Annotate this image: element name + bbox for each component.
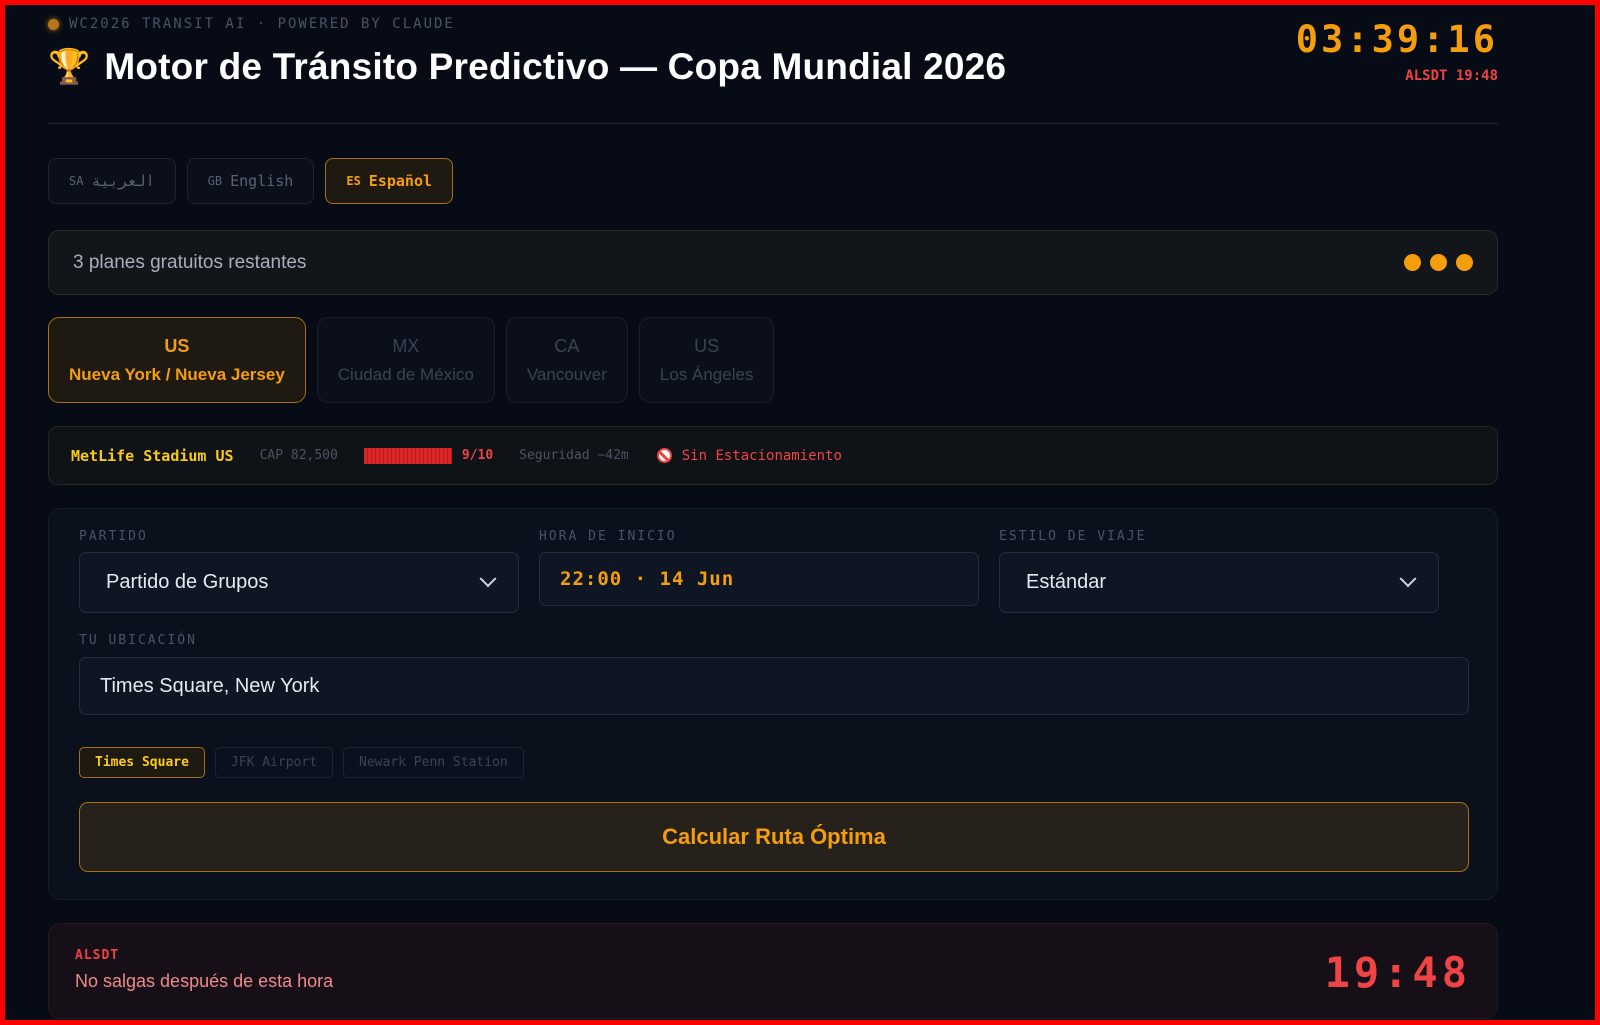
city-name: Vancouver [526,364,607,384]
city-tab-mexico-city[interactable]: MX Ciudad de México [316,317,495,403]
location-shortcuts: Times Square JFK Airport Newark Penn Sta… [79,747,524,778]
location-chip-newark-penn[interactable]: Newark Penn Station [343,747,524,778]
match-select-value: Partido de Grupos [106,571,269,593]
lang-label: Español [368,172,433,190]
free-plans-text: 3 planes gratuitos restantes [73,251,307,273]
city-country-code: US [164,335,190,356]
plans-remaining-dots [1404,254,1473,271]
status-dot-icon [48,18,59,30]
start-time-value: 22:00 · 14 Jun [560,568,735,590]
city-name: Nueva York / Nueva Jersey [69,364,285,384]
warning-tag: ALSDT [75,948,120,963]
chevron-down-icon [479,569,497,587]
latest-departure-time: 19:48 [1324,948,1471,997]
chevron-down-icon [1399,569,1417,587]
lang-button-arabic[interactable]: SA العربية [48,158,176,204]
title-row: 🏆 Motor de Tránsito Predictivo — Copa Mu… [48,46,1006,88]
free-plans-banner: 3 planes gratuitos restantes [48,230,1498,295]
location-chip-jfk-airport[interactable]: JFK Airport [214,747,334,778]
city-country-code: MX [392,335,420,356]
travel-style-value: Estándar [1026,571,1107,593]
countdown-clock: 03:39:16 [1295,18,1498,61]
alsdt-indicator: ALSDT 19:48 [1405,68,1498,84]
city-selector: US Nueva York / Nueva Jersey MX Ciudad d… [48,317,775,403]
plan-dot-icon [1456,254,1473,271]
stadium-info-bar: MetLife Stadium US CAP 82,500 9/10 Segur… [48,426,1498,485]
flag-sa-icon: SA [69,174,84,188]
flag-gb-icon: GB [207,174,223,188]
brand-row: WC2026 TRANSIT AI · POWERED BY CLAUDE [48,16,455,32]
location-chip-times-square[interactable]: Times Square [79,747,205,778]
lang-label: English [230,172,294,190]
security-wait: Seguridad ~42m [519,448,629,463]
city-country-code: CA [554,335,580,356]
departure-warning-card: ALSDT No salgas después de esta hora 19:… [48,923,1498,1019]
city-name: Los Ángeles [659,364,754,384]
location-input[interactable]: Times Square, New York [79,657,1469,715]
travel-style-select[interactable]: Estándar [999,552,1439,613]
warning-message: No salgas después de esta hora [75,971,334,991]
flag-es-icon: ES [346,174,361,188]
parking-status: Sin Estacionamiento [656,447,842,464]
congestion-bar [363,447,452,464]
calculate-route-button[interactable]: Calcular Ruta Óptima [79,802,1469,872]
lang-button-spanish[interactable]: ES Español [325,158,454,204]
brand-label: WC2026 TRANSIT AI · POWERED BY CLAUDE [69,16,455,32]
city-tab-new-york[interactable]: US Nueva York / Nueva Jersey [48,317,306,403]
city-tab-los-angeles[interactable]: US Los Ángeles [638,317,775,403]
page-title: Motor de Tránsito Predictivo — Copa Mund… [104,46,1007,87]
plan-dot-icon [1430,254,1447,271]
route-form-card: PARTIDO Partido de Grupos HORA DE INICIO… [48,508,1498,900]
city-name: Ciudad de México [337,364,474,384]
header-divider [48,123,1498,124]
lang-label: العربية [91,172,155,190]
match-select[interactable]: Partido de Grupos [79,552,519,613]
start-time-label: HORA DE INICIO [539,529,677,544]
city-country-code: US [694,335,720,356]
city-tab-vancouver[interactable]: CA Vancouver [505,317,628,403]
trophy-icon: 🏆 [48,48,91,86]
stadium-name: MetLife Stadium US [71,446,234,465]
start-time-field[interactable]: 22:00 · 14 Jun [539,552,979,606]
stadium-capacity: CAP 82,500 [259,448,338,463]
language-selector: SA العربية GB English ES Español [48,158,454,204]
lang-button-english[interactable]: GB English [186,158,315,204]
parking-label: Sin Estacionamiento [681,447,842,464]
location-label: TU UBICACIÓN [79,633,197,648]
match-label: PARTIDO [79,529,148,544]
plan-dot-icon [1404,254,1421,271]
congestion-score: 9/10 [461,448,494,463]
travel-style-label: ESTILO DE VIAJE [999,529,1147,544]
no-entry-icon [656,448,672,463]
location-input-value: Times Square, New York [100,674,320,697]
